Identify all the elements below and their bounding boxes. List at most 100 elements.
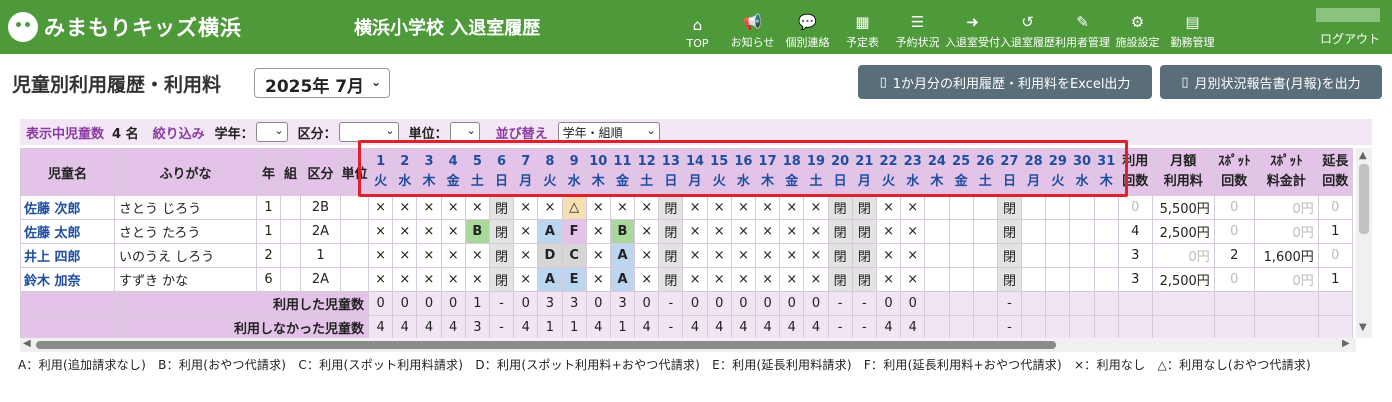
day-cell[interactable]: × bbox=[392, 195, 418, 220]
day-cell[interactable]: × bbox=[440, 219, 466, 244]
day-cell[interactable]: 閉 bbox=[827, 195, 853, 220]
sort-select[interactable]: 学年・組順 ⌄ bbox=[557, 122, 660, 142]
child-name-link[interactable]: 鈴木 加奈 bbox=[20, 267, 115, 292]
day-cell[interactable]: × bbox=[803, 243, 829, 268]
day-cell[interactable]: × bbox=[367, 195, 394, 220]
vertical-scrollbar[interactable]: ▲ ▼ bbox=[1356, 148, 1372, 338]
day-cell[interactable]: × bbox=[634, 267, 660, 292]
nav-item-5[interactable]: ➜ 入退室受付 bbox=[945, 6, 1000, 50]
day-cell[interactable]: 閉 bbox=[827, 219, 853, 244]
day-cell[interactable]: × bbox=[367, 243, 394, 268]
day-cell[interactable] bbox=[924, 195, 950, 220]
day-cell[interactable]: × bbox=[537, 195, 563, 220]
day-cell[interactable]: × bbox=[416, 219, 442, 244]
day-cell[interactable]: × bbox=[706, 195, 732, 220]
day-cell[interactable]: × bbox=[585, 195, 611, 220]
day-cell[interactable]: × bbox=[779, 267, 805, 292]
day-cell[interactable]: 閉 bbox=[996, 267, 1023, 292]
day-cell[interactable]: 閉 bbox=[851, 243, 877, 268]
day-cell[interactable] bbox=[948, 219, 974, 244]
day-cell[interactable]: × bbox=[730, 267, 757, 292]
day-cell[interactable] bbox=[1069, 219, 1095, 244]
day-cell[interactable] bbox=[1045, 195, 1071, 220]
day-cell[interactable] bbox=[972, 219, 998, 244]
day-cell[interactable]: × bbox=[440, 243, 466, 268]
child-name-link[interactable]: 井上 四郎 bbox=[20, 243, 115, 268]
day-cell[interactable] bbox=[1021, 243, 1047, 268]
day-cell[interactable]: × bbox=[803, 267, 829, 292]
day-cell[interactable]: × bbox=[464, 243, 490, 268]
day-cell[interactable]: × bbox=[634, 219, 660, 244]
day-cell[interactable]: 閉 bbox=[488, 219, 515, 244]
day-cell[interactable]: × bbox=[682, 267, 708, 292]
nav-item-2[interactable]: 💬 個別連絡 bbox=[780, 6, 835, 50]
day-cell[interactable]: A bbox=[609, 267, 636, 292]
scroll-up-icon[interactable]: ▲ bbox=[1359, 150, 1367, 161]
day-cell[interactable] bbox=[1069, 267, 1095, 292]
day-cell[interactable]: × bbox=[513, 243, 539, 268]
day-cell[interactable] bbox=[1069, 243, 1095, 268]
day-cell[interactable]: B bbox=[464, 219, 490, 244]
day-cell[interactable] bbox=[948, 243, 974, 268]
day-cell[interactable] bbox=[1045, 243, 1071, 268]
day-cell[interactable]: 閉 bbox=[827, 267, 853, 292]
nav-item-8[interactable]: ⚙ 施設設定 bbox=[1110, 6, 1165, 50]
day-cell[interactable] bbox=[1093, 195, 1119, 220]
day-cell[interactable]: × bbox=[754, 267, 781, 292]
day-cell[interactable] bbox=[1069, 195, 1095, 220]
day-cell[interactable] bbox=[1045, 219, 1071, 244]
scroll-left-icon[interactable]: ◀ bbox=[23, 338, 31, 349]
day-cell[interactable]: × bbox=[875, 267, 902, 292]
monthly-report-button[interactable]: ▯ 月別状況報告書(月報)を出力 bbox=[1160, 65, 1382, 99]
day-cell[interactable]: × bbox=[416, 195, 442, 220]
day-cell[interactable]: 閉 bbox=[488, 267, 515, 292]
day-cell[interactable] bbox=[972, 195, 998, 220]
day-cell[interactable]: × bbox=[900, 195, 926, 220]
day-cell[interactable]: △ bbox=[561, 195, 587, 220]
day-cell[interactable]: × bbox=[900, 267, 926, 292]
day-cell[interactable]: × bbox=[416, 267, 442, 292]
day-cell[interactable] bbox=[948, 267, 974, 292]
day-cell[interactable]: A bbox=[609, 243, 636, 268]
day-cell[interactable]: × bbox=[513, 219, 539, 244]
day-cell[interactable]: × bbox=[609, 195, 636, 220]
scroll-down-icon[interactable]: ▼ bbox=[1359, 322, 1367, 333]
day-cell[interactable]: × bbox=[803, 219, 829, 244]
day-cell[interactable]: 閉 bbox=[851, 219, 877, 244]
day-cell[interactable]: × bbox=[900, 243, 926, 268]
day-cell[interactable]: × bbox=[803, 195, 829, 220]
day-cell[interactable]: × bbox=[392, 267, 418, 292]
day-cell[interactable] bbox=[1021, 267, 1047, 292]
nav-item-6[interactable]: ↺ 入退室履歴 bbox=[1000, 6, 1055, 50]
day-cell[interactable]: × bbox=[779, 195, 805, 220]
horizontal-scroll-thumb[interactable] bbox=[36, 341, 1056, 349]
nav-item-3[interactable]: ▦ 予定表 bbox=[835, 6, 890, 50]
day-cell[interactable]: × bbox=[730, 243, 757, 268]
day-cell[interactable]: × bbox=[779, 243, 805, 268]
day-cell[interactable] bbox=[1021, 195, 1047, 220]
day-cell[interactable] bbox=[1093, 219, 1119, 244]
day-cell[interactable]: 閉 bbox=[658, 219, 684, 244]
day-cell[interactable]: 閉 bbox=[996, 243, 1023, 268]
nav-item-0[interactable]: ⌂ TOP bbox=[670, 6, 725, 50]
day-cell[interactable]: × bbox=[440, 195, 466, 220]
kubun-select[interactable]: ⌄ bbox=[338, 122, 399, 142]
day-cell[interactable]: × bbox=[367, 267, 394, 292]
day-cell[interactable]: × bbox=[367, 219, 394, 244]
nav-item-7[interactable]: ✎ 利用者管理 bbox=[1055, 6, 1110, 50]
day-cell[interactable]: × bbox=[730, 219, 757, 244]
day-cell[interactable] bbox=[948, 195, 974, 220]
day-cell[interactable]: × bbox=[585, 219, 611, 244]
grade-select[interactable]: ⌄ bbox=[255, 122, 288, 142]
excel-export-button[interactable]: ▯ 1か月分の利用履歴・利用料をExcel出力 bbox=[858, 65, 1152, 99]
day-cell[interactable] bbox=[972, 267, 998, 292]
app-logo[interactable]: みまもりキッズ横浜 bbox=[8, 8, 242, 46]
unit-select[interactable]: ⌄ bbox=[449, 122, 480, 142]
logout-link[interactable]: ログアウト bbox=[1320, 30, 1380, 47]
day-cell[interactable]: × bbox=[706, 243, 732, 268]
day-cell[interactable]: × bbox=[513, 267, 539, 292]
day-cell[interactable]: × bbox=[875, 243, 902, 268]
nav-item-4[interactable]: ☰ 予約状況 bbox=[890, 6, 945, 50]
day-cell[interactable]: × bbox=[634, 243, 660, 268]
day-cell[interactable]: × bbox=[875, 195, 902, 220]
